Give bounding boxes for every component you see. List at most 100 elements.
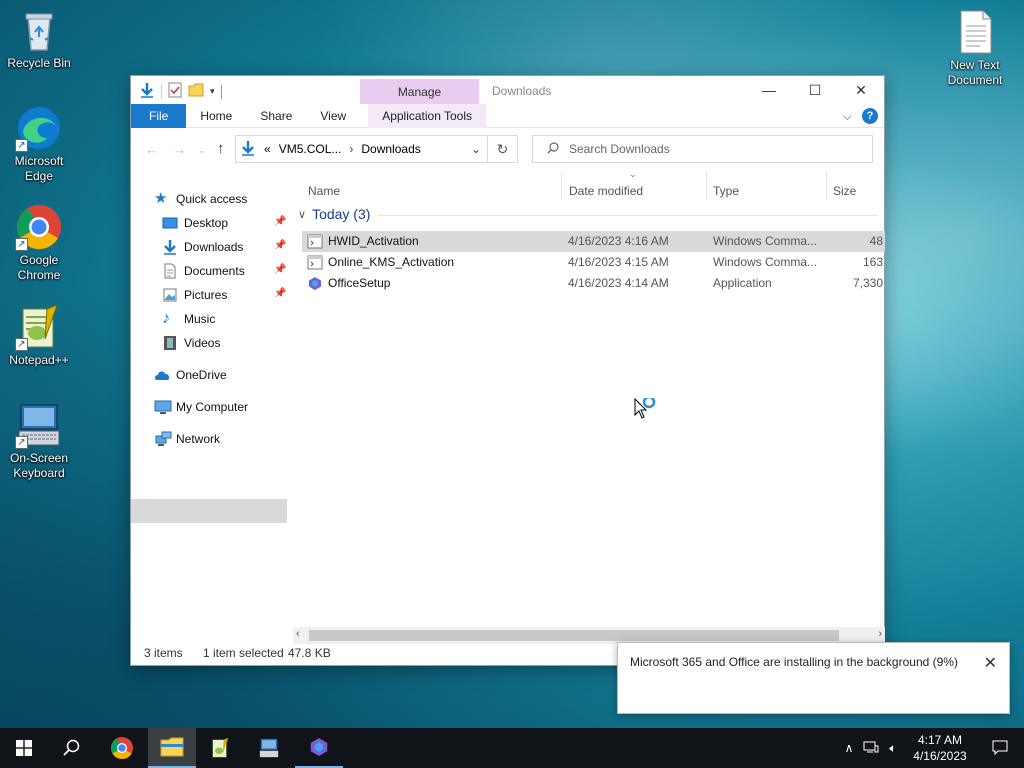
shortcut-arrow-icon: ↗ [15, 238, 28, 251]
title-bar: ▾ Manage Downloads — ☐ ✕ [131, 76, 884, 106]
back-icon[interactable]: ← [145, 142, 158, 157]
breadcrumb-segment-downloads[interactable]: Downloads [361, 142, 420, 156]
refresh-icon: ↻ [496, 141, 509, 157]
nav-pictures[interactable]: Pictures [162, 283, 227, 307]
desktop-icon-google-chrome[interactable]: ↗ Google Chrome [1, 203, 77, 283]
nav-downloads[interactable]: Downloads [162, 235, 243, 259]
download-arrow-icon[interactable] [139, 82, 155, 101]
tab-application-tools[interactable]: Application Tools [368, 104, 487, 128]
nav-label: OneDrive [176, 368, 227, 382]
desktop-icon-label: On-Screen Keyboard [9, 451, 69, 480]
properties-icon[interactable] [168, 82, 182, 101]
busy-cursor-icon [634, 395, 660, 425]
help-icon[interactable]: ? [862, 108, 878, 124]
refresh-button[interactable]: ↻ [488, 135, 518, 163]
network-status-icon[interactable] [860, 740, 882, 757]
column-header-size[interactable]: Size [833, 178, 856, 204]
column-header-name[interactable]: Name [308, 178, 340, 204]
keyboard-icon [259, 738, 279, 758]
collapse-chevron-icon[interactable]: ∨ [298, 208, 306, 221]
pin-icon[interactable]: 📌 [274, 216, 286, 227]
table-row[interactable]: Online_KMS_Activation 4/16/2023 4:15 AM … [302, 252, 885, 273]
search-button[interactable] [48, 728, 96, 768]
nav-my-computer[interactable]: My Computer [154, 395, 248, 419]
clock-date: 4/16/2023 [913, 749, 967, 763]
taskbar-on-screen-keyboard[interactable] [245, 728, 293, 768]
search-input[interactable]: Search Downloads [569, 142, 670, 156]
nav-selection-highlight [131, 499, 287, 523]
pin-icon[interactable]: 📌 [274, 264, 286, 275]
table-row[interactable]: HWID_Activation 4/16/2023 4:16 AM Window… [302, 231, 885, 252]
column-separator[interactable] [706, 172, 707, 200]
minimize-icon[interactable]: — [746, 76, 792, 104]
nav-network[interactable]: Network [154, 427, 220, 451]
cloud-icon [154, 367, 170, 383]
table-row[interactable]: OfficeSetup 4/16/2023 4:14 AM Applicatio… [302, 273, 885, 294]
breadcrumb-overflow[interactable]: « [264, 142, 271, 156]
forward-icon[interactable]: → [173, 142, 186, 157]
desktop-icon-new-text-document[interactable]: New Text Document [937, 8, 1013, 88]
nav-music[interactable]: ♪ Music [162, 307, 215, 331]
scrollbar-thumb[interactable] [309, 630, 839, 641]
file-date: 4/16/2023 4:16 AM [568, 234, 669, 248]
sort-indicator-icon: ⌄ [629, 169, 637, 179]
column-header-date-modified[interactable]: Date modified [569, 178, 643, 204]
pin-icon[interactable]: 📌 [274, 288, 286, 299]
address-bar[interactable]: « VM5.COL... › Downloads ⌄ [235, 135, 488, 163]
maximize-icon[interactable]: ☐ [792, 76, 838, 104]
taskbar-office-setup[interactable] [295, 728, 343, 768]
desktop-icon-microsoft-edge[interactable]: ↗ Microsoft Edge [1, 104, 77, 184]
action-center-icon[interactable] [976, 739, 1024, 758]
cmd-script-icon [307, 234, 323, 249]
taskbar-notepad-plus-plus[interactable] [196, 728, 244, 768]
network-icon [154, 431, 172, 447]
customize-toolbar-icon[interactable]: ▾ [210, 86, 215, 97]
start-button[interactable] [0, 728, 48, 768]
desktop-icon-notepad-plus-plus[interactable]: ↗ Notepad++ [1, 303, 77, 368]
tab-view[interactable]: View [306, 104, 360, 128]
desktop-icon-recycle-bin[interactable]: Recycle Bin [1, 6, 77, 71]
tab-share[interactable]: Share [246, 104, 306, 128]
close-icon[interactable]: ✕ [984, 653, 997, 673]
breadcrumb-segment-computer[interactable]: VM5.COL... [279, 142, 342, 156]
recent-locations-icon[interactable]: ⌄ [198, 145, 206, 156]
new-folder-icon[interactable] [188, 83, 204, 100]
show-hidden-icons-icon[interactable]: ∧ [838, 741, 860, 755]
volume-icon[interactable]: 🔈︎ [882, 741, 904, 756]
text-document-icon [951, 8, 999, 56]
nav-label: Music [184, 312, 216, 326]
search-icon [547, 141, 559, 157]
scroll-left-icon[interactable]: ‹ [296, 628, 300, 640]
nav-quick-access[interactable]: ★ Quick access [154, 187, 247, 211]
pin-icon[interactable]: 📌 [274, 240, 286, 251]
shortcut-arrow-icon: ↗ [15, 338, 28, 351]
nav-documents[interactable]: Documents [162, 259, 245, 283]
group-header-today[interactable]: ∨ Today (3) [298, 206, 370, 222]
tab-manage[interactable]: Manage [360, 79, 479, 106]
taskbar-chrome[interactable] [98, 728, 146, 768]
install-notification-toast[interactable]: Microsoft 365 and Office are installing … [617, 642, 1010, 714]
taskbar-file-explorer[interactable] [148, 728, 196, 768]
tab-file[interactable]: File [131, 104, 187, 128]
column-header-type[interactable]: Type [713, 178, 739, 204]
desktop-icon-label: Notepad++ [9, 353, 69, 367]
breadcrumb-separator-icon[interactable]: › [349, 142, 353, 156]
tab-home[interactable]: Home [186, 104, 246, 128]
nav-label: Downloads [184, 240, 244, 254]
desktop-icon-label: Recycle Bin [7, 56, 71, 70]
address-dropdown-icon[interactable]: ⌄ [471, 142, 481, 156]
column-separator[interactable] [826, 172, 827, 200]
keyboard-icon: ↗ [15, 401, 63, 449]
column-separator[interactable] [561, 172, 562, 200]
folder-icon [160, 737, 184, 757]
nav-onedrive[interactable]: OneDrive [154, 363, 227, 387]
clock[interactable]: 4:17 AM 4/16/2023 [904, 732, 976, 764]
nav-videos[interactable]: Videos [162, 331, 220, 355]
search-box[interactable]: Search Downloads [532, 135, 873, 163]
expand-ribbon-icon[interactable]: ⌵ [843, 109, 852, 124]
nav-desktop[interactable]: Desktop [162, 211, 228, 235]
scroll-right-icon[interactable]: › [878, 628, 882, 640]
up-icon[interactable]: ↑ [217, 140, 225, 157]
desktop-icon-on-screen-keyboard[interactable]: ↗ On-Screen Keyboard [1, 401, 77, 481]
close-icon[interactable]: ✕ [838, 76, 884, 104]
